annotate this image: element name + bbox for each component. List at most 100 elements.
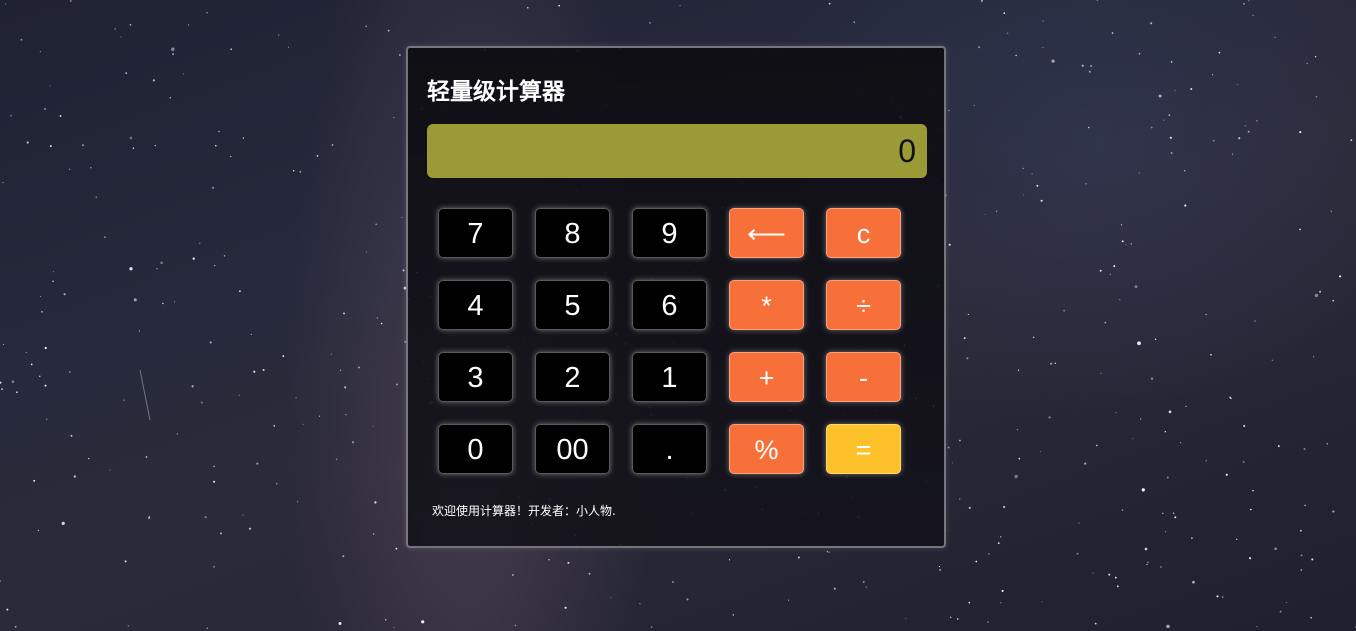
star xyxy=(376,317,378,319)
star xyxy=(69,0,72,3)
result-display: 0 xyxy=(427,124,927,178)
star xyxy=(999,536,1002,538)
star xyxy=(1078,522,1080,524)
backspace-button[interactable]: ⟵ xyxy=(729,208,804,258)
star xyxy=(213,465,215,468)
clear-button[interactable]: c xyxy=(826,208,901,258)
star xyxy=(558,4,560,7)
star xyxy=(1172,512,1175,515)
star xyxy=(1165,531,1167,533)
star xyxy=(548,558,550,561)
star xyxy=(828,2,831,5)
key-9[interactable]: 9 xyxy=(632,208,707,258)
star xyxy=(1088,70,1091,73)
star xyxy=(316,154,319,157)
star xyxy=(215,145,217,147)
key-decimal[interactable]: . xyxy=(632,424,707,474)
star xyxy=(1249,508,1252,511)
equals-button[interactable]: = xyxy=(826,424,901,474)
star xyxy=(826,550,829,553)
star xyxy=(679,5,681,7)
star xyxy=(171,47,175,51)
star xyxy=(218,131,220,133)
star xyxy=(1137,341,1141,346)
multiply-button[interactable]: * xyxy=(729,280,804,330)
star xyxy=(358,366,360,369)
star xyxy=(421,620,425,624)
star xyxy=(248,527,252,530)
star xyxy=(1018,457,1021,460)
star xyxy=(39,375,41,377)
star xyxy=(1163,119,1165,121)
star xyxy=(1339,275,1342,278)
star xyxy=(299,170,302,173)
star xyxy=(1119,299,1121,301)
star xyxy=(1147,561,1149,563)
star xyxy=(213,264,216,267)
star xyxy=(1332,510,1335,513)
key-00[interactable]: 00 xyxy=(535,424,610,474)
star xyxy=(1160,566,1162,568)
star xyxy=(1256,119,1258,122)
star xyxy=(1087,126,1090,129)
star xyxy=(335,458,338,460)
star xyxy=(44,108,46,110)
star xyxy=(120,36,122,38)
star xyxy=(1054,362,1056,364)
key-2[interactable]: 2 xyxy=(535,352,610,402)
star xyxy=(3,343,5,345)
star xyxy=(1150,126,1153,129)
star xyxy=(1274,547,1277,551)
star xyxy=(199,242,201,244)
star xyxy=(1311,558,1314,561)
star xyxy=(1130,243,1133,245)
star xyxy=(797,556,800,559)
star xyxy=(1252,14,1254,17)
star xyxy=(1134,285,1138,289)
star xyxy=(87,457,90,460)
key-0[interactable]: 0 xyxy=(438,424,513,474)
star xyxy=(145,456,148,458)
star xyxy=(1146,563,1148,566)
key-4[interactable]: 4 xyxy=(438,280,513,330)
minus-button[interactable]: - xyxy=(826,352,901,402)
star xyxy=(1190,87,1193,91)
star xyxy=(292,170,295,172)
key-8[interactable]: 8 xyxy=(535,208,610,258)
star xyxy=(1042,46,1044,49)
key-7[interactable]: 7 xyxy=(438,208,513,258)
star xyxy=(511,574,514,576)
star xyxy=(1016,428,1019,431)
star xyxy=(169,96,172,99)
star xyxy=(1144,547,1148,551)
star xyxy=(1279,610,1282,613)
key-6[interactable]: 6 xyxy=(632,280,707,330)
star xyxy=(276,483,278,485)
star xyxy=(1141,488,1145,492)
star xyxy=(262,368,265,372)
star xyxy=(671,580,675,584)
key-5[interactable]: 5 xyxy=(535,280,610,330)
star xyxy=(213,566,215,568)
star xyxy=(191,385,194,388)
percent-button[interactable]: % xyxy=(729,424,804,474)
star xyxy=(68,168,71,171)
star xyxy=(81,144,85,147)
star xyxy=(302,423,304,425)
star xyxy=(732,614,735,616)
key-1[interactable]: 1 xyxy=(632,352,707,402)
divide-button[interactable]: ÷ xyxy=(826,280,901,330)
star xyxy=(952,462,954,464)
key-3[interactable]: 3 xyxy=(438,352,513,402)
star xyxy=(1022,167,1024,170)
star xyxy=(49,145,52,148)
star xyxy=(342,555,345,558)
star xyxy=(1229,397,1232,400)
footer-message: 欢迎使用计算器！开发者：小人物. xyxy=(432,504,616,518)
star xyxy=(1,388,4,391)
star xyxy=(1140,418,1142,420)
star xyxy=(1150,22,1153,25)
star xyxy=(70,434,73,437)
star xyxy=(1183,169,1186,172)
plus-button[interactable]: + xyxy=(729,352,804,402)
